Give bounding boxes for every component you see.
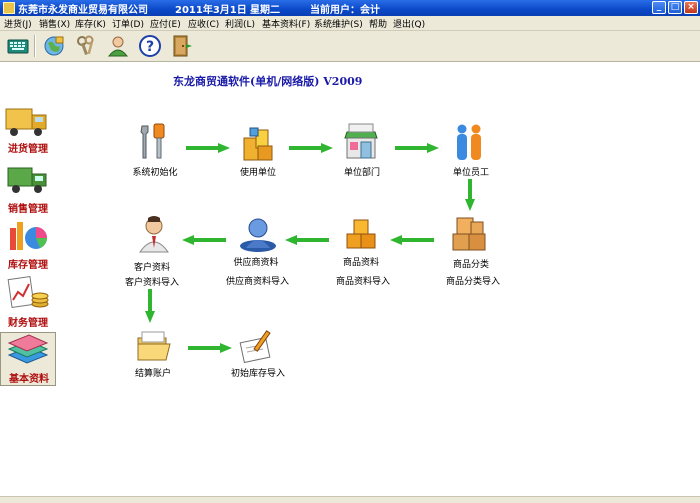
goods-boxes-icon (341, 214, 381, 254)
customer-info-import-link[interactable]: 客户资料导入 (125, 275, 179, 288)
sidebar-item-inventory[interactable]: 库存管理 (0, 218, 56, 271)
supplier-person-icon (238, 214, 278, 254)
maximize-button[interactable]: □ (668, 1, 682, 14)
arrow-down-icon (465, 179, 475, 211)
minimize-button[interactable]: _ (652, 1, 666, 14)
sidebar-label-sales: 销售管理 (8, 204, 48, 215)
arrow-left-icon (182, 235, 226, 245)
exit-door-icon[interactable] (170, 34, 194, 58)
shop-icon (341, 122, 381, 162)
sidebar-label-purchase: 进货管理 (8, 144, 48, 155)
sidebar-item-base-data[interactable]: 基本资料 (0, 332, 56, 386)
unit-dept-label: 单位部门 (344, 168, 381, 178)
menu-inventory[interactable]: 库存(K) (75, 17, 106, 30)
help-icon[interactable]: ? (138, 34, 162, 58)
close-button[interactable]: × (684, 1, 698, 14)
sidebar-label-finance: 财务管理 (8, 318, 48, 329)
arrow-down-icon (145, 289, 155, 323)
sidebar-label-inventory: 库存管理 (8, 260, 48, 271)
keyboard-icon[interactable] (6, 34, 30, 58)
window-titlebar: 东莞市永发商业贸易有限公司 2011年3月1日 星期二 当前用户：会计 _ □ … (0, 0, 700, 16)
sidebar-item-purchase[interactable]: 进货管理 (0, 105, 56, 157)
svg-text:?: ? (146, 39, 154, 55)
initial-stock-import-link[interactable]: 初始库存导入 (230, 366, 286, 379)
sidebar-label-base-data: 基本资料 (9, 374, 49, 385)
goods-info-import-link[interactable]: 商品资料导入 (336, 274, 390, 287)
arrow-left-icon (285, 235, 329, 245)
arrow-right-icon (395, 143, 439, 153)
app-title: 东龙商贸通软件(单机/网络版) V2009 (173, 75, 363, 88)
boxes-icon (449, 214, 489, 254)
arrow-right-icon (188, 343, 232, 353)
customer-info-label: 客户资料 (133, 263, 170, 273)
company-name: 东莞市永发商业贸易有限公司 (18, 5, 148, 16)
pie-chart-icon (4, 218, 50, 252)
menu-profit[interactable]: 利润(L) (225, 17, 255, 30)
arrow-left-icon (390, 235, 434, 245)
menu-exit[interactable]: 退出(Q) (393, 17, 425, 30)
base-data-icon (5, 333, 51, 367)
delivery-truck-icon (4, 162, 50, 196)
unit-staff-label: 单位员工 (453, 168, 490, 178)
current-weekday: 星期二 (250, 5, 280, 16)
finance-chart-icon (4, 276, 50, 310)
app-icon (3, 2, 15, 14)
menu-orders[interactable]: 订单(D) (112, 17, 144, 30)
truck-icon (4, 105, 50, 139)
settlement-account-label: 结算账户 (135, 369, 172, 379)
arrow-right-icon (289, 143, 333, 153)
building-blocks-icon (238, 124, 278, 164)
supplier-info-label: 供应商资料 (233, 258, 279, 268)
current-date: 2011年3月1日 (175, 5, 247, 16)
menu-help[interactable]: 帮助 (369, 17, 387, 30)
use-unit-label: 使用单位 (240, 168, 277, 178)
goods-category-import-link[interactable]: 商品分类导入 (446, 274, 500, 287)
folder-icon (134, 326, 174, 366)
menu-purchase[interactable]: 进货(J) (4, 17, 32, 30)
menu-sales[interactable]: 销售(X) (39, 17, 70, 30)
globe-icon[interactable] (42, 34, 66, 58)
clipboard-pen-icon (238, 326, 278, 366)
supplier-info-import-link[interactable]: 供应商资料导入 (226, 274, 289, 287)
sidebar-item-sales[interactable]: 销售管理 (0, 162, 56, 215)
menu-receivable[interactable]: 应收(C) (188, 17, 219, 30)
customer-person-icon (134, 214, 174, 254)
menu-bar: 进货(J) 销售(X) 库存(K) 订单(D) 应付(E) 应收(C) 利润(L… (0, 16, 700, 31)
toolbar-separator (34, 35, 36, 57)
menu-system[interactable]: 系统维护(S) (314, 17, 363, 30)
goods-info-label: 商品资料 (343, 258, 380, 268)
toolbar: ? (0, 31, 700, 62)
keys-icon[interactable] (74, 34, 98, 58)
staff-people-icon (449, 122, 489, 162)
arrow-right-icon (186, 143, 230, 153)
sidebar-item-finance[interactable]: 财务管理 (0, 276, 56, 329)
user-icon[interactable] (106, 34, 130, 58)
menu-base-data[interactable]: 基本资料(F) (262, 17, 310, 30)
current-user: 当前用户：会计 (310, 5, 380, 16)
tools-icon (134, 122, 174, 162)
system-init-label: 系统初始化 (132, 168, 178, 178)
goods-category-label: 商品分类 (453, 260, 490, 270)
menu-payable[interactable]: 应付(E) (150, 17, 181, 30)
